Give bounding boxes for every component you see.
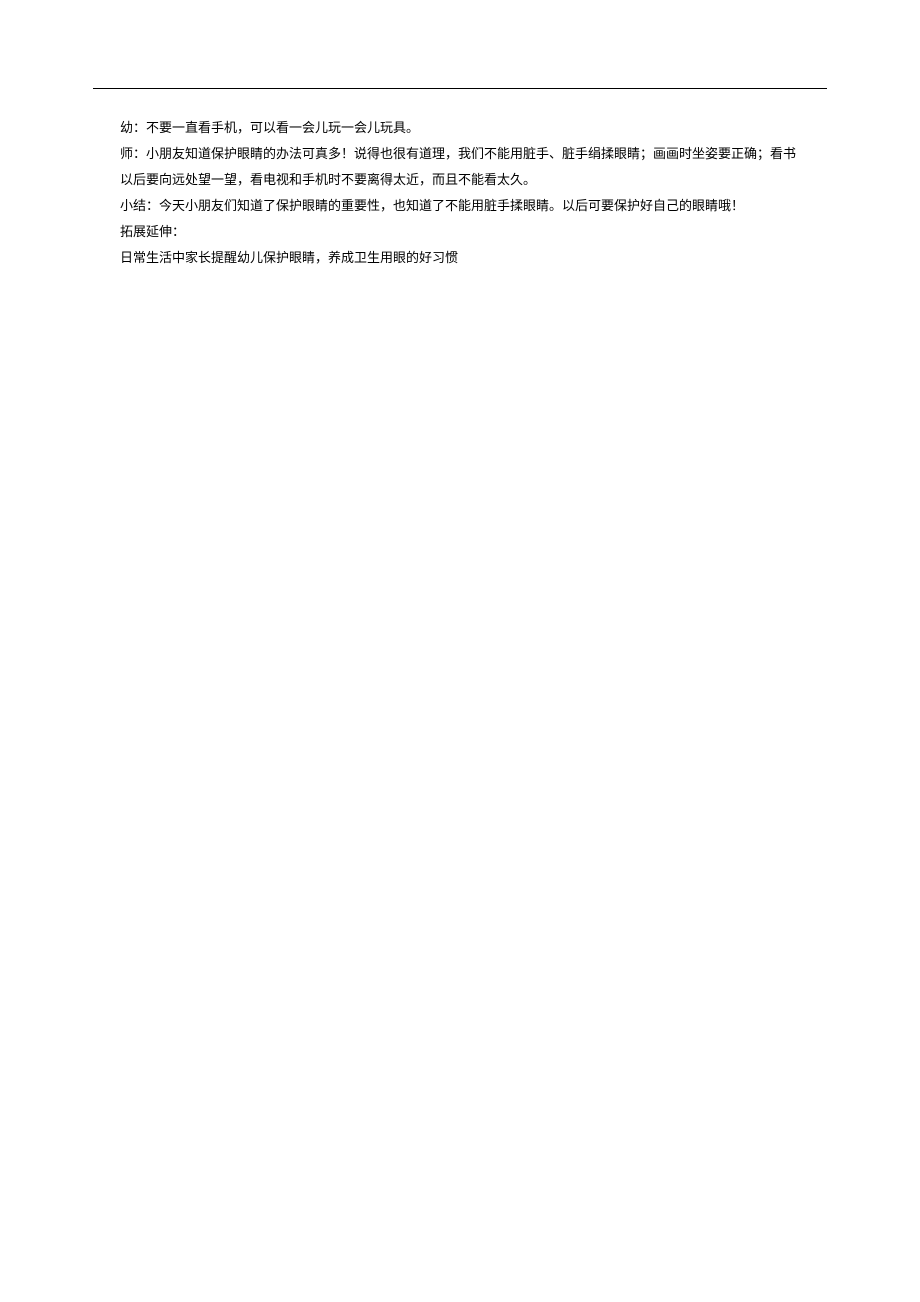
text-line: 拓展延伸： [120, 219, 827, 245]
text-line: 以后要向远处望一望，看电视和手机时不要离得太近，而且不能看太久。 [120, 167, 827, 193]
text-line: 幼：不要一直看手机，可以看一会儿玩一会儿玩具。 [120, 115, 827, 141]
document-content: 幼：不要一直看手机，可以看一会儿玩一会儿玩具。 师：小朋友知道保护眼睛的办法可真… [120, 115, 827, 271]
text-line: 日常生活中家长提醒幼儿保护眼睛，养成卫生用眼的好习惯 [120, 245, 827, 271]
text-line: 师：小朋友知道保护眼睛的办法可真多！说得也很有道理，我们不能用脏手、脏手绢揉眼睛… [120, 141, 827, 167]
text-line: 小结：今天小朋友们知道了保护眼睛的重要性，也知道了不能用脏手揉眼睛。以后可要保护… [120, 193, 827, 219]
horizontal-divider [93, 88, 827, 89]
